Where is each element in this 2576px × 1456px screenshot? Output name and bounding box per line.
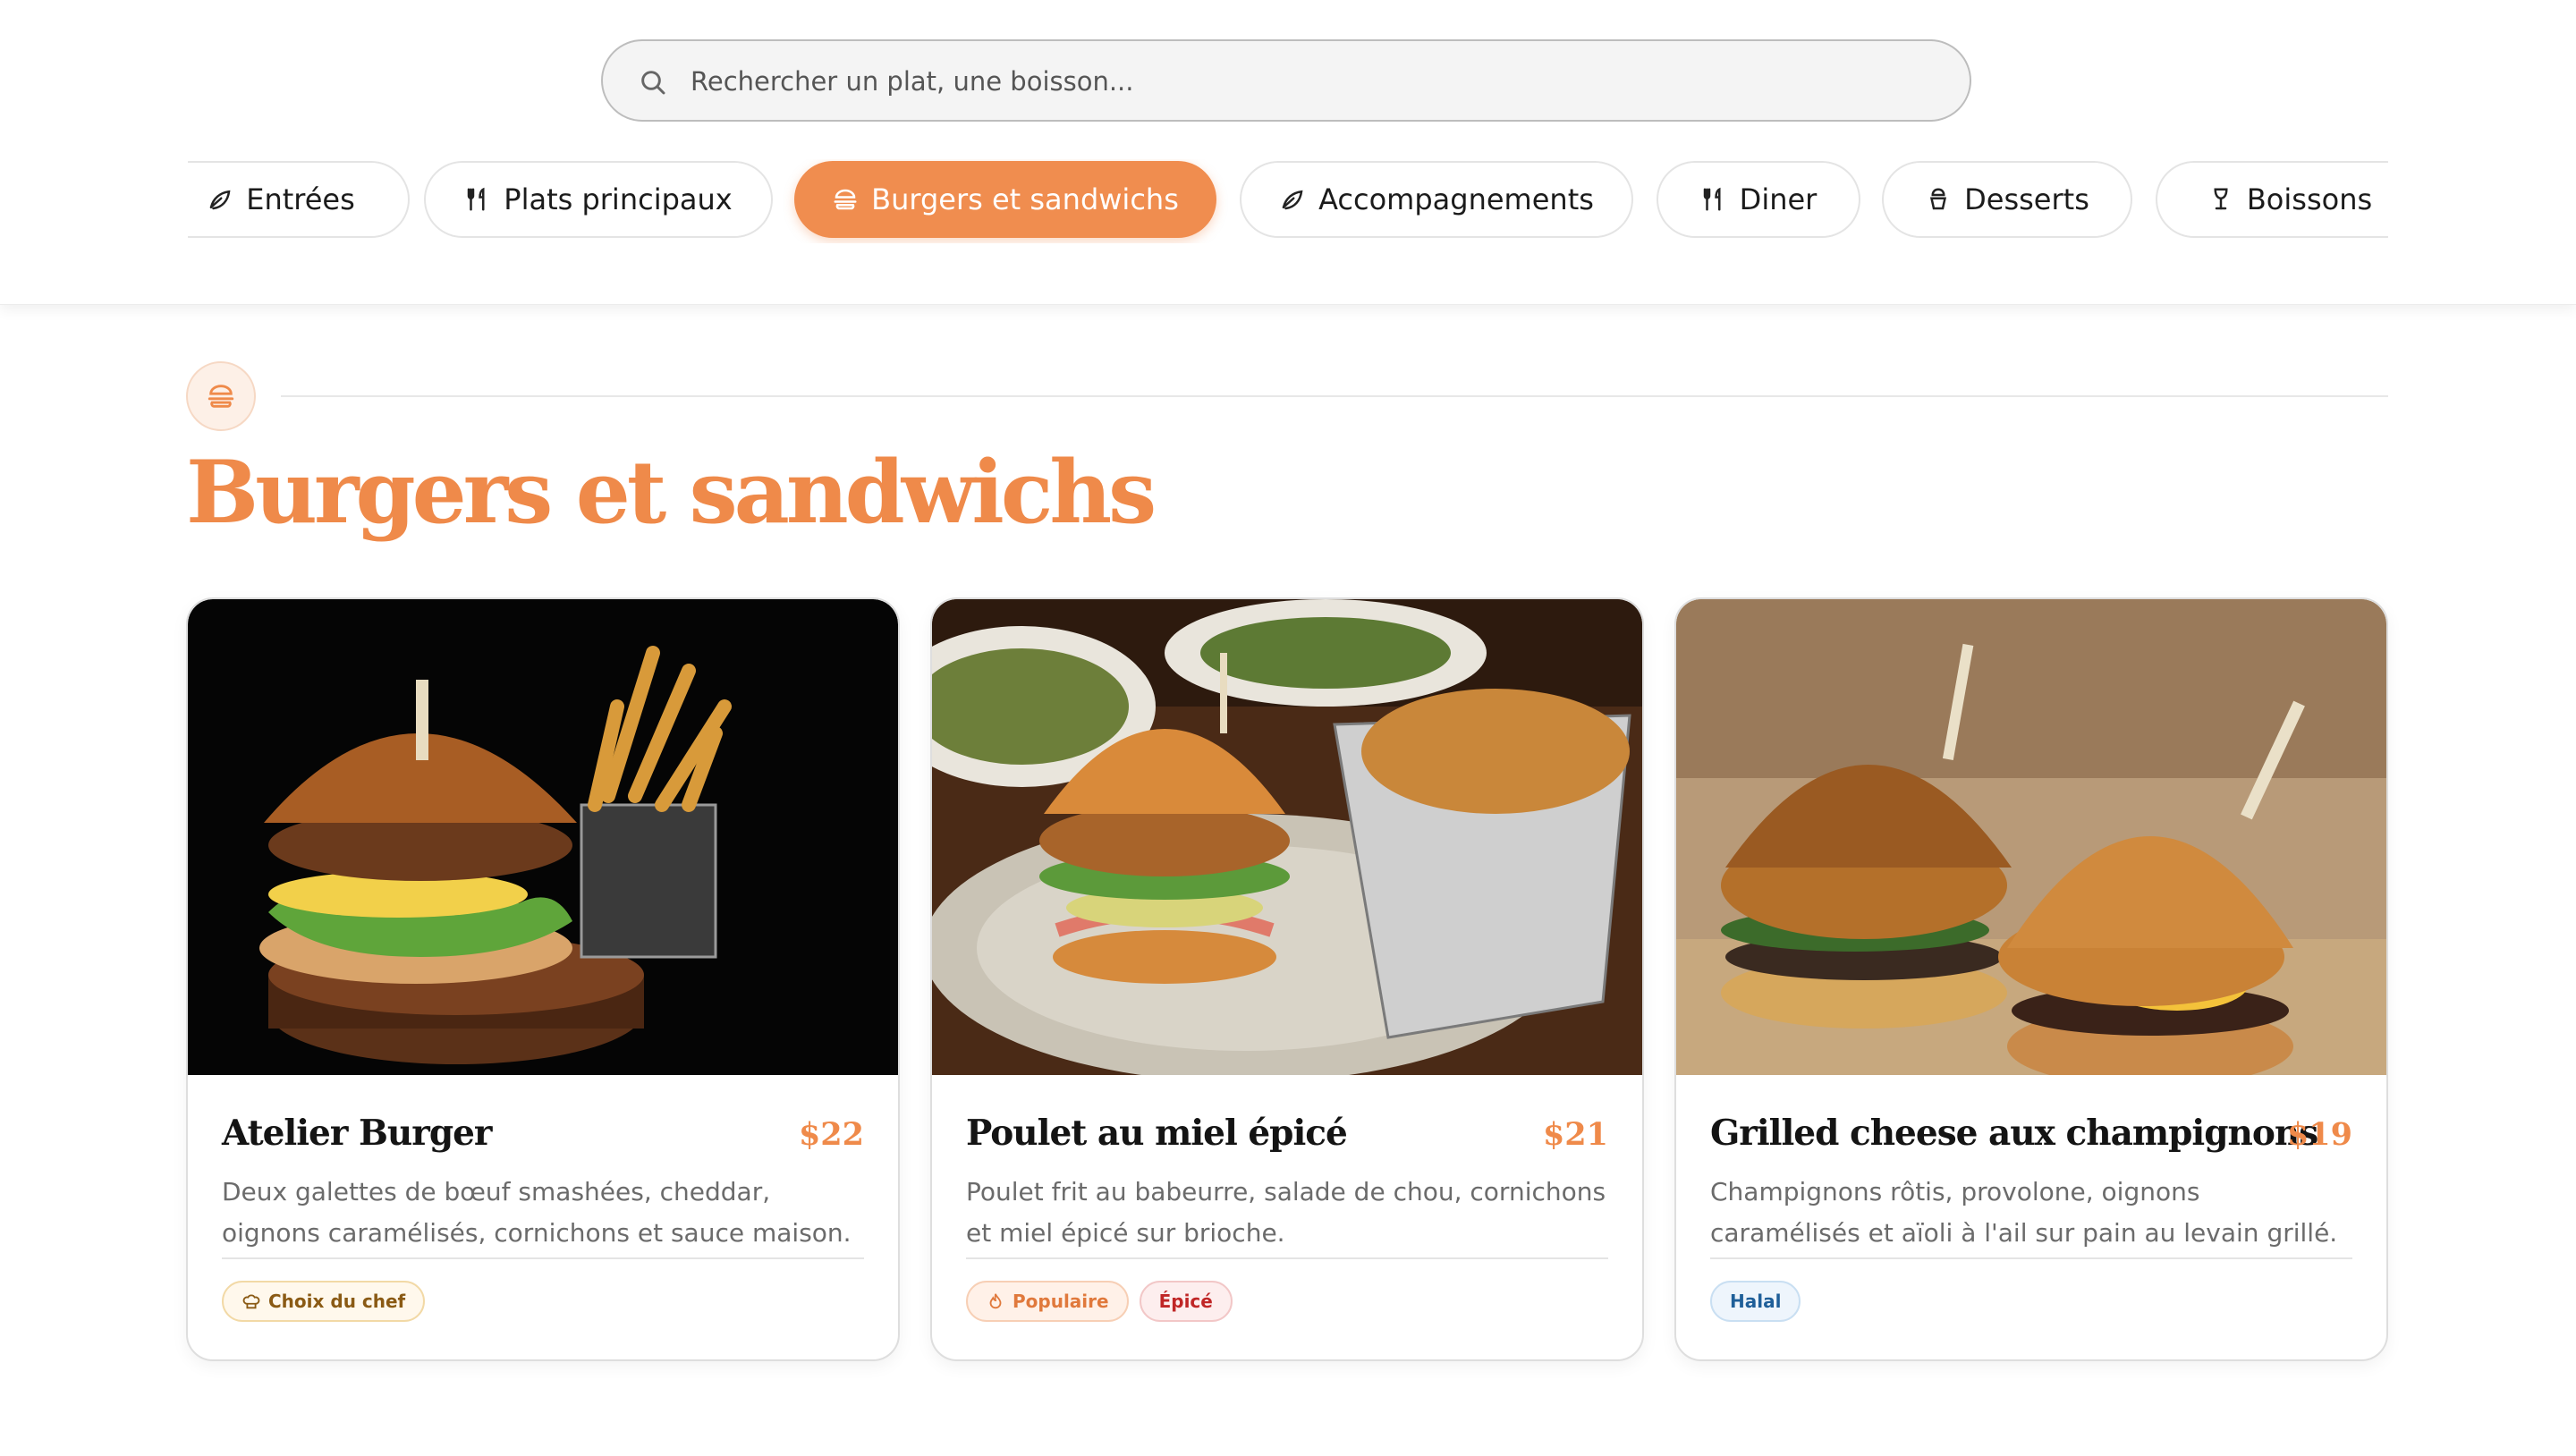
dish-description: Champignons rôtis, provolone, oignons ca…	[1710, 1177, 2338, 1248]
tag-popular: Populaire	[966, 1281, 1129, 1322]
tag-label: Épicé	[1158, 1291, 1213, 1312]
leaf-icon	[209, 190, 231, 210]
category-label: Burgers et sandwichs	[871, 182, 1179, 216]
tag-list: Halal	[1710, 1281, 1801, 1322]
menu-item-card[interactable]: Poulet au miel épicé $21 Poulet frit au …	[930, 597, 1644, 1361]
menu-header: Entrées Plats principaux Burgers et sand…	[0, 0, 2576, 305]
burger-icon	[208, 385, 234, 408]
card-divider	[966, 1257, 1608, 1259]
category-chip-diner[interactable]: Diner	[1657, 161, 1860, 238]
dish-price: $19	[2286, 1116, 2352, 1153]
category-label: Accompagnements	[1318, 182, 1594, 216]
dish-image	[1676, 599, 2386, 1075]
category-label: Entrées	[246, 182, 355, 216]
category-label: Diner	[1739, 182, 1818, 216]
cupcake-icon	[1930, 188, 1947, 210]
dish-name: Poulet au miel épicé	[966, 1113, 1348, 1154]
search-icon	[641, 71, 665, 95]
category-nav: Entrées Plats principaux Burgers et sand…	[188, 159, 2388, 243]
category-label: Desserts	[1964, 182, 2089, 216]
section-divider	[281, 395, 2388, 397]
dish-image	[932, 599, 1642, 1075]
utensils-icon	[468, 187, 485, 211]
category-chip-plats-principaux[interactable]: Plats principaux	[424, 161, 773, 238]
leaf-icon	[1282, 190, 1303, 210]
flame-icon	[989, 1293, 1002, 1309]
card-divider	[1710, 1257, 2352, 1259]
category-label: Plats principaux	[504, 182, 733, 216]
tag-label: Halal	[1730, 1291, 1782, 1312]
menu-item-card[interactable]: Atelier Burger $22 Deux galettes de bœuf…	[186, 597, 900, 1361]
menu-item-card[interactable]: Grilled cheese aux champignons $19 Champ…	[1674, 597, 2388, 1361]
dish-description: Deux galettes de bœuf smashées, cheddar,…	[222, 1177, 852, 1248]
dish-name: Grilled cheese aux champignons	[1710, 1113, 2318, 1154]
dish-price: $21	[1542, 1116, 1608, 1153]
category-chip-burgers[interactable]: Burgers et sandwichs	[794, 161, 1216, 238]
tag-chef-choice: Choix du chef	[222, 1281, 426, 1322]
tag-list: Populaire Épicé	[966, 1281, 1233, 1322]
category-chip-entrees[interactable]: Entrées	[188, 161, 410, 238]
category-label: Boissons	[2246, 182, 2373, 216]
dish-price: $22	[798, 1116, 864, 1153]
tag-spicy: Épicé	[1139, 1281, 1233, 1322]
category-chip-boissons[interactable]: Boissons	[2156, 161, 2388, 238]
tag-label: Populaire	[1013, 1291, 1109, 1312]
tag-halal: Halal	[1710, 1281, 1801, 1322]
tag-label: Choix du chef	[268, 1291, 406, 1312]
utensils-icon	[1703, 187, 1721, 211]
dish-name: Atelier Burger	[222, 1113, 492, 1154]
wine-glass-icon	[2214, 188, 2228, 210]
tag-list: Choix du chef	[222, 1281, 426, 1322]
category-chip-desserts[interactable]: Desserts	[1882, 161, 2132, 238]
dish-description: Poulet frit au babeurre, salade de chou,…	[966, 1177, 1606, 1248]
search-bar[interactable]	[601, 39, 1971, 122]
section-icon-badge	[186, 361, 256, 431]
section-title: Burgers et sandwichs	[186, 442, 1157, 543]
category-chip-accompagnements[interactable]: Accompagnements	[1240, 161, 1633, 238]
chef-hat-icon	[242, 1294, 260, 1309]
card-divider	[222, 1257, 864, 1259]
dish-image	[188, 599, 898, 1075]
burger-icon	[834, 189, 857, 210]
search-input[interactable]	[689, 41, 1945, 122]
